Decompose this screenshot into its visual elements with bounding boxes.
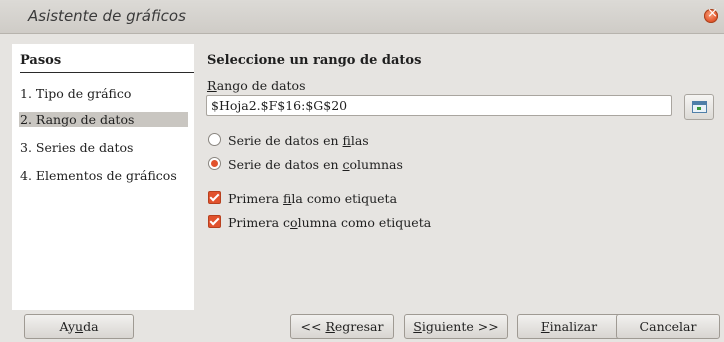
close-icon[interactable] [704, 6, 718, 23]
next-button[interactable]: Siguiente >> [404, 314, 508, 339]
dialog-title: Asistente de gráficos [28, 7, 186, 25]
checkbox-first-column-label[interactable]: Primera columna como etiqueta [208, 215, 431, 230]
data-range-input[interactable] [206, 95, 672, 116]
checkbox-first-row-label[interactable]: Primera fila como etiqueta [208, 191, 397, 206]
range-label: Rango de datos [207, 78, 306, 93]
radio-columns-indicator[interactable] [208, 157, 221, 170]
content-panel: Seleccione un rango de datos Rango de da… [194, 44, 724, 310]
finish-button[interactable]: Finalizar [517, 314, 621, 339]
section-heading: Seleccione un rango de datos [207, 53, 422, 68]
steps-divider [20, 72, 194, 73]
step-chart-type[interactable]: 1. Tipo de gráfico [20, 86, 131, 101]
back-button[interactable]: << Regresar [290, 314, 394, 339]
steps-heading: Pasos [20, 53, 62, 68]
step-data-range[interactable]: 2. Rango de datos [19, 112, 188, 127]
select-range-button[interactable] [684, 94, 714, 120]
checkbox-first-row[interactable] [208, 191, 221, 204]
step-chart-elements[interactable]: 4. Elementos de gráficos [20, 168, 177, 183]
radio-rows-indicator[interactable] [208, 133, 221, 146]
steps-panel: Pasos 1. Tipo de gráfico 2. Rango de dat… [12, 44, 194, 310]
step-data-series[interactable]: 3. Series de datos [20, 140, 133, 155]
help-button[interactable]: Ayuda [24, 314, 134, 339]
dialog-titlebar: Asistente de gráficos [0, 0, 724, 34]
radio-series-in-rows[interactable]: Serie de datos en filas [208, 133, 369, 148]
cancel-button[interactable]: Cancelar [616, 314, 720, 339]
radio-series-in-columns[interactable]: Serie de datos en columnas [208, 157, 403, 172]
shrink-dialog-icon [692, 101, 707, 113]
checkbox-first-column[interactable] [208, 215, 221, 228]
